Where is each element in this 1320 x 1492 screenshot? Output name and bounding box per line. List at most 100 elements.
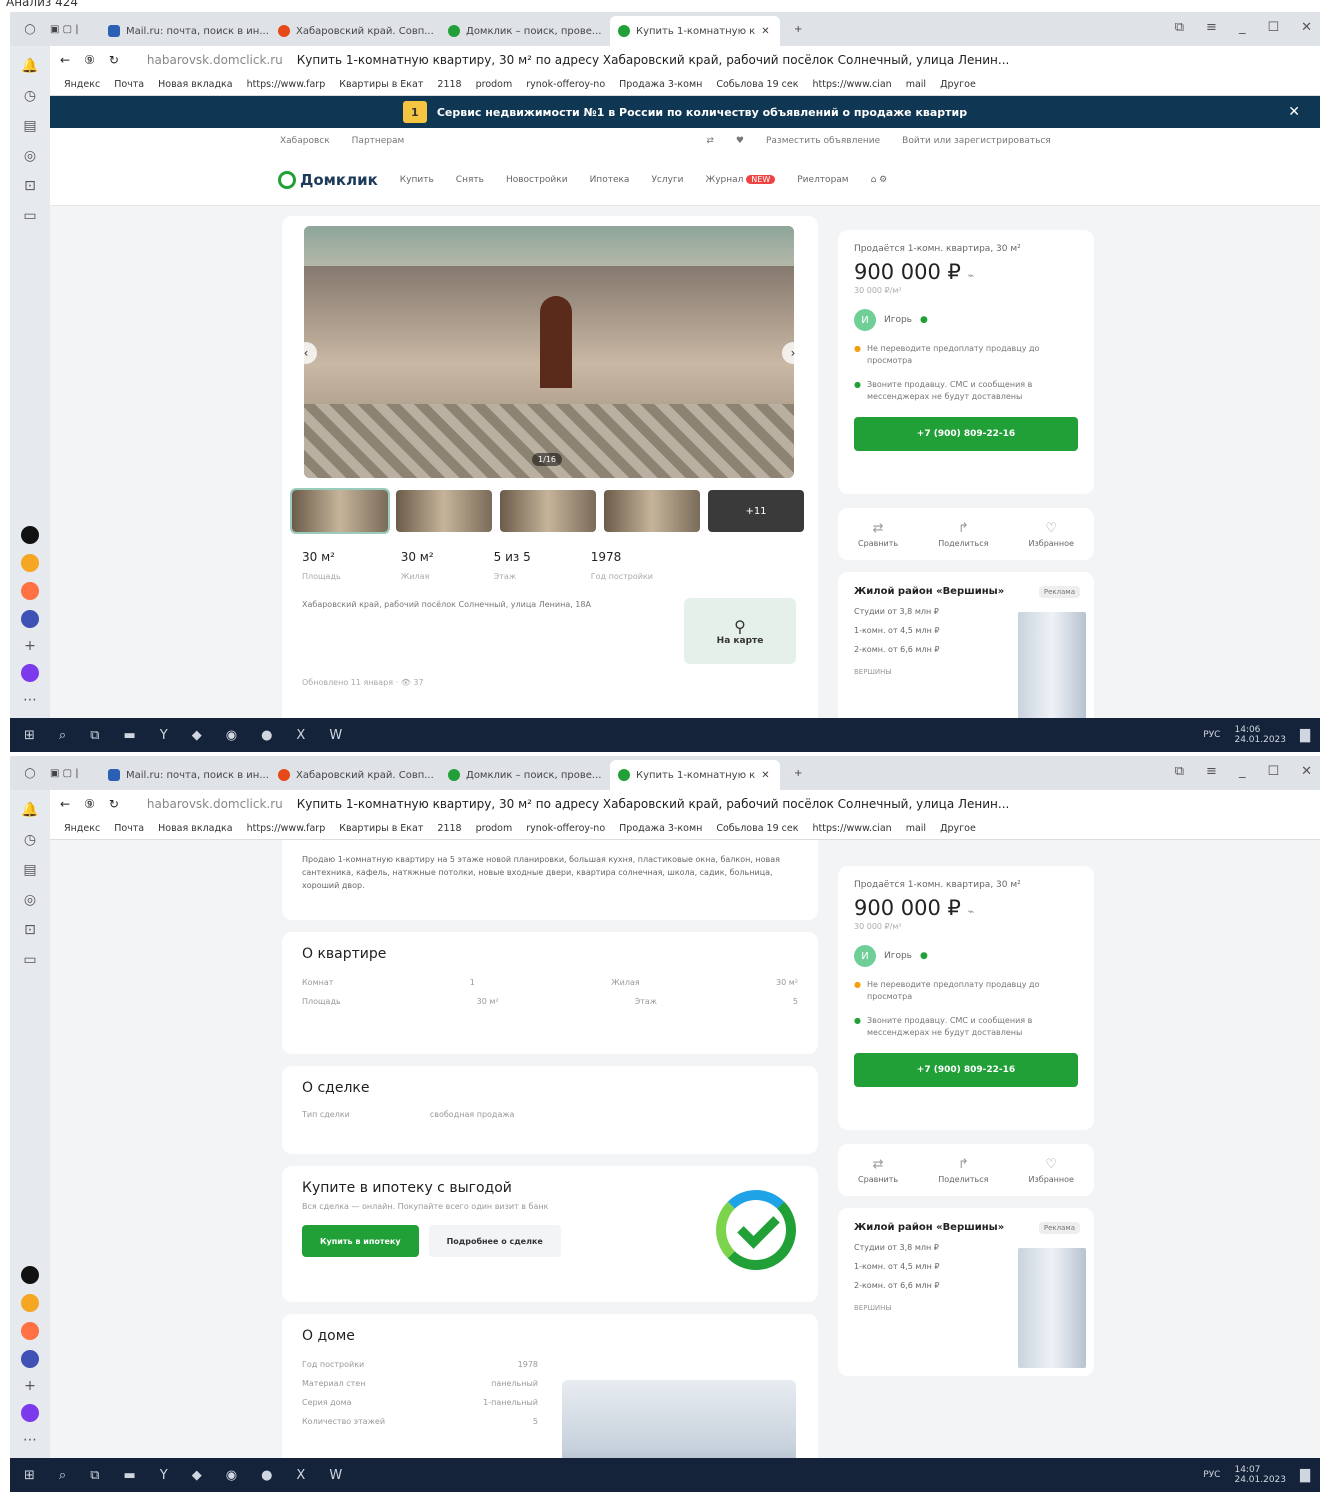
- share-button[interactable]: ↱ Поделиться: [938, 521, 988, 548]
- back-icon[interactable]: ←: [60, 53, 70, 67]
- compare-button[interactable]: ⇄ Сравнить: [858, 1157, 898, 1184]
- nav-item-journal[interactable]: Журнал NEW: [706, 174, 776, 185]
- add-icon[interactable]: +: [24, 1378, 36, 1394]
- address-bar[interactable]: ← ⑨ ↻ habarovsk.domclick.ru Купить 1-ком…: [50, 790, 1320, 818]
- new-tab-icon[interactable]: +: [794, 768, 802, 779]
- close-tab-icon[interactable]: ✕: [761, 26, 769, 37]
- app-icon[interactable]: ◉: [226, 728, 237, 743]
- bookmark[interactable]: Яндекс: [64, 79, 100, 90]
- bookmark[interactable]: Квартиры в Екат: [339, 823, 423, 834]
- ad-tag[interactable]: Реклама: [1038, 586, 1080, 598]
- main-photo[interactable]: 1/16: [304, 226, 794, 478]
- app-icon[interactable]: [21, 1294, 39, 1312]
- clock[interactable]: 14:06 24.01.2023: [1234, 725, 1286, 745]
- bookmark[interactable]: Квартиры в Екат: [339, 79, 423, 90]
- app-icon[interactable]: [21, 1322, 39, 1340]
- nav-item[interactable]: Услуги: [651, 175, 683, 185]
- screenshot-icon[interactable]: ▭: [23, 952, 36, 968]
- url-text[interactable]: habarovsk.domclick.ru: [147, 53, 283, 67]
- call-button[interactable]: +7 (900) 809-22-16: [854, 1053, 1078, 1087]
- language-indicator[interactable]: РУС: [1203, 730, 1220, 740]
- close-tab-icon[interactable]: ✕: [761, 770, 769, 781]
- app-icon[interactable]: [21, 1350, 39, 1368]
- collections-icon[interactable]: ▤: [23, 118, 36, 134]
- bookmark[interactable]: https://www.cian: [812, 79, 891, 90]
- bookmark[interactable]: Почта: [114, 79, 144, 90]
- ad-card[interactable]: Жилой район «Вершины» Реклама Студии от …: [838, 572, 1094, 728]
- screenshot-icon[interactable]: ▭: [23, 208, 36, 224]
- tab-2[interactable]: Хабаровский край. Совп...: [270, 18, 440, 44]
- ad-tag[interactable]: Реклама: [1038, 1222, 1080, 1234]
- more-icon[interactable]: ⋯: [23, 692, 37, 708]
- share-button[interactable]: ↱ Поделиться: [938, 1157, 988, 1184]
- search-icon[interactable]: ⌕: [59, 728, 66, 743]
- price-trend-icon[interactable]: ⌁: [968, 905, 975, 918]
- agent-row[interactable]: И Игорь ●: [854, 309, 1078, 331]
- bookmark[interactable]: https://www.farp: [247, 823, 326, 834]
- language-indicator[interactable]: РУС: [1203, 1470, 1220, 1480]
- bookmark[interactable]: Продажа 3-комн: [619, 823, 702, 834]
- downloads-icon[interactable]: ⊡: [24, 922, 36, 938]
- bookmark[interactable]: Другое: [940, 79, 976, 90]
- tab-controls-icon[interactable]: ▣ ▢ |: [50, 768, 100, 779]
- tab-3[interactable]: Домклик – поиск, прове...: [440, 762, 610, 788]
- tab-1[interactable]: Mail.ru: почта, поиск в ин...: [100, 762, 270, 788]
- bookmarks-icon[interactable]: ⧉: [1175, 764, 1184, 779]
- bookmark[interactable]: Яндекс: [64, 823, 100, 834]
- close-icon[interactable]: ✕: [1301, 20, 1312, 35]
- favorites-icon[interactable]: ♥: [736, 136, 744, 146]
- app-icon[interactable]: [21, 554, 39, 572]
- address-bar[interactable]: ← ⑨ ↻ habarovsk.domclick.ru Купить 1-ком…: [50, 46, 1320, 74]
- tab-1[interactable]: Mail.ru: почта, поиск в ин...: [100, 18, 270, 44]
- reload-icon[interactable]: ↻: [109, 53, 119, 67]
- notifications-icon[interactable]: ▇: [1300, 1468, 1310, 1483]
- profile-icon[interactable]: ◯: [10, 768, 50, 779]
- word-icon[interactable]: W: [329, 1468, 342, 1483]
- ad-card[interactable]: Жилой район «Вершины» Реклама Студии от …: [838, 1208, 1094, 1376]
- bookmark[interactable]: Новая вкладка: [158, 823, 232, 834]
- clock[interactable]: 14:07 24.01.2023: [1234, 1465, 1286, 1485]
- excel-icon[interactable]: X: [296, 1468, 305, 1483]
- alice-icon[interactable]: [21, 1404, 39, 1422]
- explorer-icon[interactable]: ▬: [123, 728, 135, 743]
- compare-button[interactable]: ⇄ Сравнить: [858, 521, 898, 548]
- task-view-icon[interactable]: ⧉: [90, 728, 99, 743]
- bookmark[interactable]: mail: [906, 79, 926, 90]
- task-view-icon[interactable]: ⧉: [90, 1468, 99, 1483]
- excel-icon[interactable]: X: [296, 728, 305, 743]
- bookmark[interactable]: Новая вкладка: [158, 79, 232, 90]
- tab-2[interactable]: Хабаровский край. Совп...: [270, 762, 440, 788]
- bookmark[interactable]: Продажа 3-комн: [619, 79, 702, 90]
- tab-3[interactable]: Домклик – поиск, прове...: [440, 18, 610, 44]
- start-icon[interactable]: ⊞: [24, 1468, 35, 1483]
- deal-details-button[interactable]: Подробнее о сделке: [428, 1225, 561, 1257]
- bookmark[interactable]: rynok-offeroy-no: [526, 823, 605, 834]
- bookmarks-icon[interactable]: ⧉: [1175, 20, 1184, 35]
- bookmark[interactable]: rynok-offeroy-no: [526, 79, 605, 90]
- close-icon[interactable]: ✕: [1301, 764, 1312, 779]
- bookmark[interactable]: https://www.farp: [247, 79, 326, 90]
- menu-icon[interactable]: ≡: [1206, 764, 1217, 779]
- close-banner-icon[interactable]: ✕: [1288, 104, 1300, 120]
- prev-photo-icon[interactable]: ‹: [295, 342, 317, 364]
- url-text[interactable]: habarovsk.domclick.ru: [147, 797, 283, 811]
- collections-icon[interactable]: ▤: [23, 862, 36, 878]
- bookmark[interactable]: 2118: [437, 79, 461, 90]
- new-tab-icon[interactable]: +: [794, 24, 802, 35]
- bookmark[interactable]: 2118: [437, 823, 461, 834]
- thumbnail[interactable]: [604, 490, 700, 532]
- tab-4[interactable]: Купить 1-комнатную к ✕: [610, 16, 780, 46]
- bookmark[interactable]: Собьлова 19 сек: [716, 823, 798, 834]
- bookmark[interactable]: prodom: [476, 79, 513, 90]
- history-icon[interactable]: ◷: [24, 832, 36, 848]
- maximize-icon[interactable]: ☐: [1267, 20, 1279, 35]
- bookmark[interactable]: https://www.cian: [812, 823, 891, 834]
- minimize-icon[interactable]: _: [1239, 20, 1246, 35]
- favorite-button[interactable]: ♡ Избранное: [1029, 521, 1074, 548]
- login-link[interactable]: Войти или зарегистрироваться: [902, 136, 1051, 146]
- favorite-button[interactable]: ♡ Избранное: [1029, 1157, 1074, 1184]
- yandex-icon[interactable]: ⑨: [84, 797, 95, 811]
- tab-controls-icon[interactable]: ▣ ▢ |: [50, 24, 100, 35]
- notifications-icon[interactable]: 🔔: [21, 802, 38, 818]
- minimize-icon[interactable]: _: [1239, 764, 1246, 779]
